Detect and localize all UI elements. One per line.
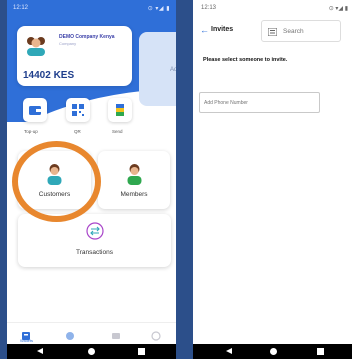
qr-label: QR	[74, 129, 81, 134]
wallet-app-screen: 12:12 ⊙ ▾◢ ▮ DEMO Company Kenya Company …	[7, 0, 176, 359]
bottom-navigation: Wallets	[7, 322, 176, 344]
next-wallet-card-label: Ad	[170, 67, 176, 73]
back-icon[interactable]	[37, 348, 43, 354]
nav-messages[interactable]	[111, 328, 121, 339]
company-name: DEMO Company Kenya	[59, 34, 115, 40]
members-tile[interactable]: Members	[98, 151, 170, 209]
home-icon[interactable]	[270, 348, 277, 355]
recent-apps-icon[interactable]	[138, 348, 145, 355]
search-box[interactable]	[261, 20, 341, 42]
system-navigation-bar	[193, 344, 352, 359]
chat-icon	[66, 332, 74, 340]
recent-apps-icon[interactable]	[317, 348, 324, 355]
transactions-icon	[86, 222, 104, 240]
status-bar: 12:13 ⊙ ▾◢ ▮	[193, 0, 352, 14]
transactions-tile[interactable]: Transactions	[18, 214, 171, 267]
home-icon[interactable]	[88, 348, 95, 355]
transactions-label: Transactions	[76, 249, 113, 256]
page-title: Invites	[211, 26, 234, 33]
send-button[interactable]	[108, 98, 132, 122]
nav-wallets[interactable]	[21, 328, 31, 340]
message-icon	[112, 333, 120, 339]
phone-number-input[interactable]	[204, 97, 314, 109]
status-bar: 12:12 ⊙ ▾◢ ▮	[7, 0, 176, 16]
profile-icon	[151, 331, 161, 341]
invite-instruction: Please select someone to invite.	[203, 57, 288, 63]
system-navigation-bar	[7, 344, 176, 359]
qr-button[interactable]	[66, 98, 90, 122]
status-icons: ⊙ ▾◢ ▮	[328, 6, 348, 12]
customers-label: Customers	[38, 191, 71, 198]
send-label: Send	[112, 129, 123, 134]
status-icons: ⊙ ▾◢ ▮	[147, 6, 170, 12]
app-bar: ← Invites	[193, 18, 352, 44]
company-subtitle: Company	[59, 41, 77, 46]
top-up-label: Top-up	[24, 129, 38, 134]
search-input[interactable]	[283, 25, 339, 38]
back-arrow-icon[interactable]: ←	[200, 25, 209, 35]
status-time: 12:12	[13, 5, 29, 11]
members-label: Members	[120, 191, 148, 198]
customer-avatar-icon	[47, 164, 62, 185]
qr-code-icon	[72, 104, 84, 116]
status-time: 12:13	[201, 5, 217, 11]
next-wallet-card[interactable]: Ad	[139, 32, 176, 106]
nav-wallets-label: Wallets	[20, 338, 33, 343]
phone-number-field[interactable]	[199, 92, 320, 113]
member-avatar-icon	[127, 164, 142, 185]
wallet-balance: 14402 KES	[23, 70, 75, 81]
nav-chat[interactable]	[65, 328, 75, 340]
send-icon	[116, 104, 124, 116]
contacts-search-icon	[268, 28, 277, 36]
customers-tile[interactable]: Customers	[18, 151, 91, 209]
top-up-button[interactable]	[23, 98, 47, 122]
company-avatar-icon	[27, 37, 45, 56]
wallet-card[interactable]: DEMO Company Kenya Company 14402 KES	[17, 26, 132, 86]
invites-screen: 12:13 ⊙ ▾◢ ▮ ← Invites Please select som…	[193, 0, 352, 359]
wallet-icon	[29, 106, 41, 115]
nav-profile[interactable]	[151, 328, 161, 341]
back-icon[interactable]	[226, 348, 232, 354]
